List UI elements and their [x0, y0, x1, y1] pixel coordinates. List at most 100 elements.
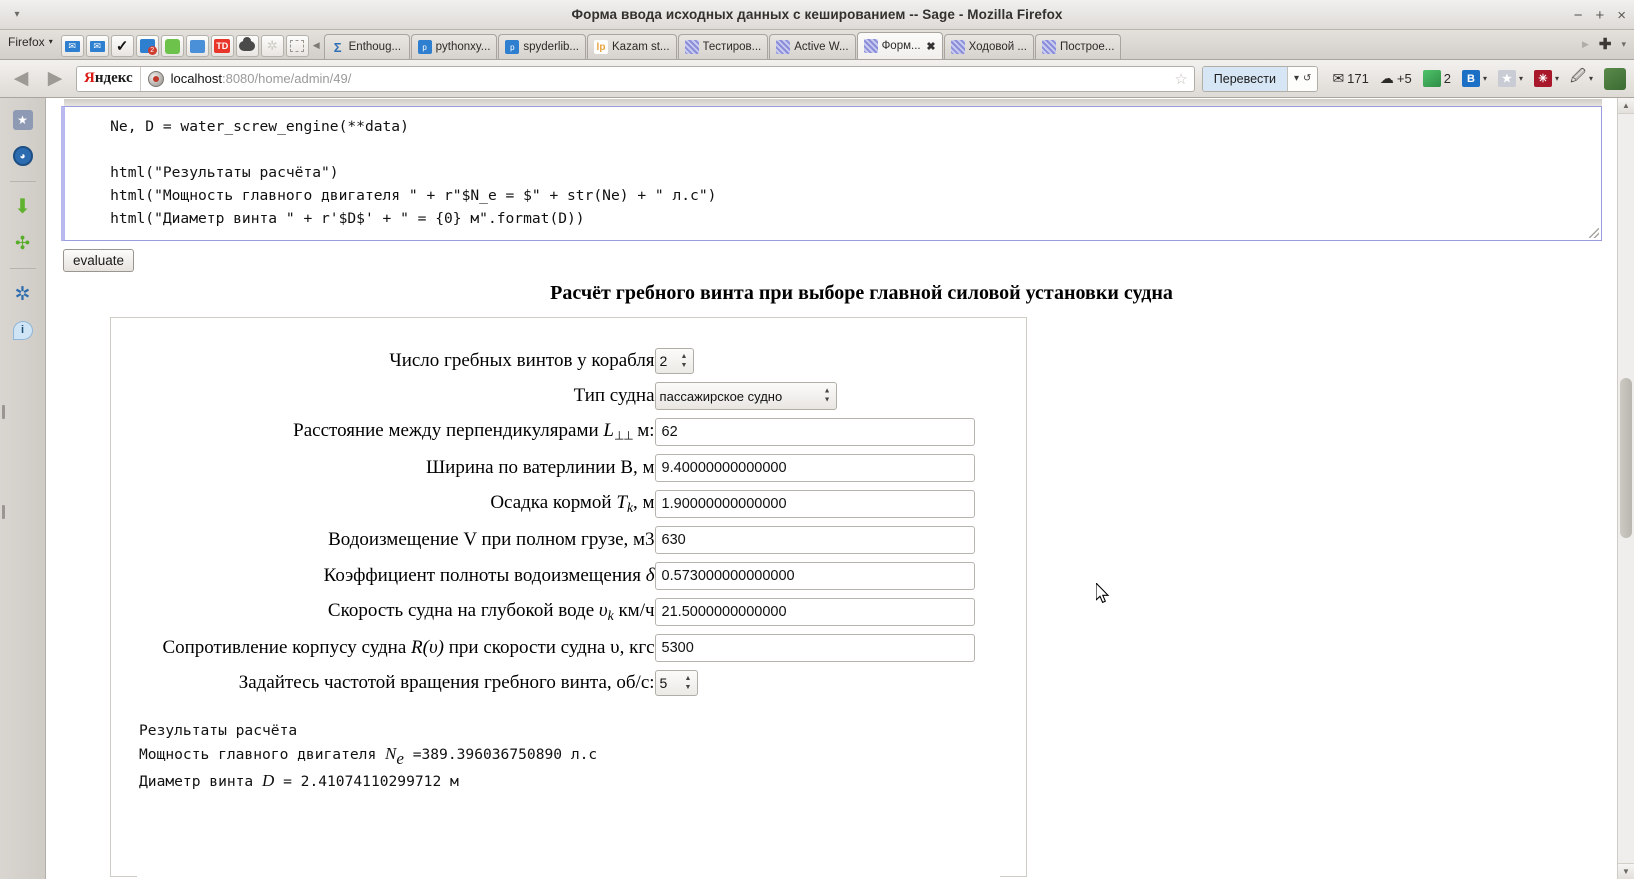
- spinner-down-icon[interactable]: ▼: [685, 684, 692, 691]
- history-clock-icon[interactable]: ◕: [11, 144, 35, 168]
- stern-draft-field[interactable]: [654, 490, 975, 518]
- browser-tab[interactable]: p pythonxy...: [410, 34, 498, 59]
- asterisk-button[interactable]: ✳ ▾: [1533, 70, 1559, 87]
- bookmarks-icon[interactable]: ★: [11, 108, 35, 132]
- tab-label: pythonxy...: [435, 41, 491, 53]
- sidebar-splitter-handle[interactable]: [2, 405, 5, 419]
- browser-tab-active[interactable]: Форм... ✖: [856, 32, 943, 59]
- bookmark-star-icon[interactable]: ☆: [1174, 70, 1193, 88]
- firefox-menu-button[interactable]: Firefox ▾: [4, 29, 61, 59]
- mouse-cursor: [1096, 583, 1110, 604]
- form-row: Тип судна пассажирское судно ▲ ▼: [162, 378, 974, 414]
- propeller-diameter-value: = 2.41074110299712 м: [274, 772, 459, 790]
- browser-tab[interactable]: Active W...: [769, 34, 856, 59]
- chevron-down-icon: ▾: [1294, 73, 1300, 84]
- gear-icon[interactable]: ✲: [260, 35, 284, 57]
- rotation-frequency-input[interactable]: [655, 671, 682, 695]
- propeller-count-cell: ▲ ▼: [654, 344, 975, 378]
- vk-button[interactable]: B ▾: [1461, 70, 1487, 87]
- tab-scroll-left-icon[interactable]: ◀: [309, 40, 324, 59]
- translate-button[interactable]: Перевести: [1202, 66, 1288, 91]
- propeller-count-spinner[interactable]: ▲ ▼: [654, 348, 695, 374]
- hull-resistance-field[interactable]: [654, 634, 975, 662]
- block-coefficient-cell: [654, 558, 975, 594]
- code-text[interactable]: Ne, D = water_screw_engine(**data) html(…: [75, 115, 1591, 230]
- resize-grip-icon[interactable]: [1589, 228, 1599, 238]
- ship-type-select[interactable]: пассажирское судно: [654, 382, 837, 410]
- mail-icon[interactable]: ✉: [60, 35, 84, 57]
- mail-notifier[interactable]: ✉ 171: [1332, 70, 1368, 87]
- label-text: Коэффициент полноты водоизмещения: [323, 565, 646, 586]
- vertical-scrollbar[interactable]: ▲ ▼: [1617, 98, 1634, 879]
- sidebar-divider: [9, 181, 36, 182]
- chevron-down-icon: ▾: [1554, 74, 1559, 83]
- label-unit: м:: [632, 420, 655, 442]
- addons-puzzle-icon[interactable]: ✣: [11, 231, 35, 255]
- downloads-icon[interactable]: ⬇: [11, 195, 35, 219]
- site-identity-icon[interactable]: [147, 70, 164, 87]
- translate-options[interactable]: ▾ ↺: [1287, 66, 1318, 91]
- deep-water-speed-field[interactable]: [654, 598, 975, 626]
- tab-scroll-right-icon[interactable]: ▶: [1582, 39, 1589, 50]
- propeller-count-input[interactable]: [655, 349, 678, 373]
- maximize-button[interactable]: +: [1595, 8, 1604, 23]
- forward-button[interactable]: ▶: [42, 67, 68, 90]
- waterline-width-field[interactable]: [654, 454, 975, 482]
- cloud-notifier[interactable]: ☁ +5: [1380, 70, 1412, 87]
- chevron-down-icon: ▾: [1588, 74, 1593, 83]
- translate-widget[interactable]: Перевести ▾ ↺: [1201, 65, 1319, 92]
- mail-icon-2[interactable]: ✉: [85, 35, 109, 57]
- displacement-field[interactable]: [654, 526, 975, 554]
- spinner-up-icon[interactable]: ▲: [685, 675, 692, 682]
- evaluate-button[interactable]: evaluate: [63, 249, 135, 272]
- scroll-up-icon[interactable]: ▲: [1618, 98, 1634, 114]
- evernote-icon[interactable]: [1604, 67, 1626, 90]
- spinner-down-icon[interactable]: ▼: [681, 362, 688, 369]
- browser-tab[interactable]: p spyderlib...: [498, 34, 586, 59]
- td-icon[interactable]: TD: [210, 35, 234, 57]
- spinner-arrows[interactable]: ▲ ▼: [682, 671, 698, 695]
- rotation-frequency-spinner[interactable]: ▲ ▼: [654, 670, 699, 696]
- bookmark-badge-icon[interactable]: 2: [135, 35, 159, 57]
- math-var-L: L: [603, 420, 614, 442]
- spinner-arrows[interactable]: ▲ ▼: [678, 349, 694, 373]
- cloud-icon[interactable]: [235, 35, 259, 57]
- settings-gear-icon[interactable]: ✲: [11, 282, 35, 306]
- length-between-perpendiculars-field[interactable]: [654, 418, 975, 446]
- print-button[interactable]: 🖉 ▾: [1570, 66, 1593, 91]
- disk-notifier[interactable]: 2: [1422, 70, 1451, 87]
- checkmark-icon[interactable]: ✓: [110, 35, 134, 57]
- ship-type-select-wrap[interactable]: пассажирское судно ▲ ▼: [654, 382, 837, 410]
- favorites-button[interactable]: ★ ▾: [1497, 70, 1523, 87]
- green-app-icon[interactable]: [160, 35, 184, 57]
- browser-tab[interactable]: Тестиров...: [677, 34, 769, 59]
- sage-icon: [863, 39, 878, 53]
- note-icon[interactable]: [185, 35, 209, 57]
- selection-icon[interactable]: [285, 35, 309, 57]
- sage-code-cell[interactable]: Ne, D = water_screw_engine(**data) html(…: [61, 99, 1602, 241]
- scroll-down-icon[interactable]: ▼: [1618, 863, 1634, 879]
- engine-power-value: =389.396036750890 л.с: [403, 745, 598, 763]
- form-row: Осадка кормой Tk, м: [162, 486, 975, 522]
- search-engine-yandex[interactable]: Я ндекс: [77, 66, 141, 91]
- browser-tab[interactable]: Ʃ Enthoug...: [323, 34, 410, 59]
- sidebar-splitter-handle[interactable]: [2, 505, 5, 519]
- minimize-button[interactable]: −: [1574, 8, 1583, 23]
- cloud-count: +5: [1396, 71, 1412, 86]
- scrollbar-thumb[interactable]: [1620, 378, 1632, 538]
- url-bar[interactable]: Я ндекс localhost:8080/home/admin/49/ ☆: [76, 65, 1195, 92]
- close-button[interactable]: ×: [1617, 8, 1626, 23]
- new-tab-button[interactable]: ✚: [1599, 35, 1612, 53]
- browser-tab[interactable]: lp Kazam st...: [587, 34, 677, 59]
- info-bubble-icon[interactable]: i: [11, 318, 35, 342]
- enthought-icon: Ʃ: [333, 39, 342, 55]
- block-coefficient-field[interactable]: [654, 562, 975, 590]
- back-button[interactable]: ◀: [8, 67, 34, 90]
- list-all-tabs-icon[interactable]: ▾: [1621, 39, 1626, 50]
- firefox-menu-label: Firefox: [8, 34, 45, 49]
- close-tab-icon[interactable]: ✖: [926, 40, 935, 53]
- math-sub-perp: ⊥⊥: [613, 429, 633, 443]
- spinner-up-icon[interactable]: ▲: [681, 353, 688, 360]
- browser-tab[interactable]: Ходовой ...: [943, 34, 1034, 59]
- browser-tab[interactable]: Построе...: [1034, 34, 1122, 59]
